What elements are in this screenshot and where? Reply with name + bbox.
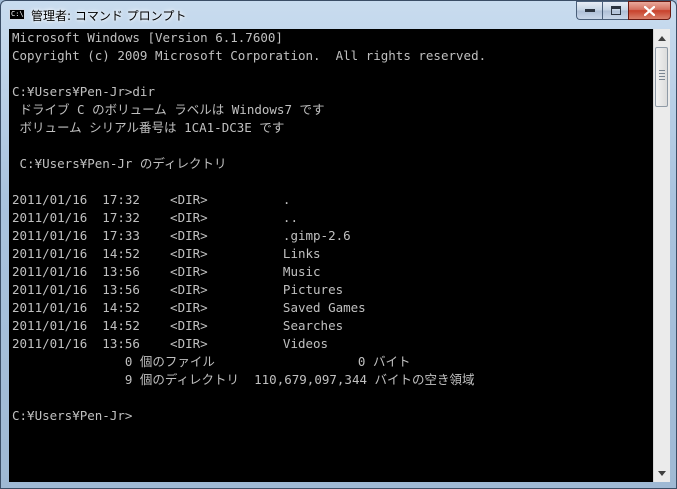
window-title: 管理者: コマンド プロンプト — [31, 9, 187, 23]
console-line: 2011/01/16 13:56 <DIR> Videos — [12, 336, 329, 351]
cmd-icon[interactable]: C:\. — [9, 9, 25, 20]
close-icon — [644, 5, 655, 16]
maximize-button[interactable] — [602, 1, 628, 20]
console-line: 0 個のファイル 0 バイト — [12, 354, 411, 369]
chevron-down-icon — [658, 470, 666, 476]
minimize-icon — [584, 8, 595, 12]
caption-buttons — [576, 1, 671, 20]
console-line: ボリューム シリアル番号は 1CA1-DC3E です — [12, 120, 285, 135]
console-output[interactable]: Microsoft Windows [Version 6.1.7600] Copy… — [9, 29, 653, 482]
command-prompt-window: C:\. 管理者: コマンド プロンプト Microsoft Windows [… — [0, 0, 677, 489]
close-button[interactable] — [628, 1, 671, 20]
chevron-up-icon — [658, 35, 666, 41]
scroll-thumb[interactable] — [655, 47, 668, 107]
console-line: 2011/01/16 17:32 <DIR> .. — [12, 210, 298, 225]
console-line: 2011/01/16 14:52 <DIR> Searches — [12, 318, 344, 333]
console-line: Copyright (c) 2009 Microsoft Corporation… — [12, 48, 487, 63]
console-line: C:¥Users¥Pen-Jr> — [12, 408, 133, 423]
scroll-up-button[interactable] — [654, 30, 670, 46]
console-line: 9 個のディレクトリ 110,679,097,344 バイトの空き領域 — [12, 372, 475, 387]
console-line: 2011/01/16 14:52 <DIR> Links — [12, 246, 321, 261]
console-line: 2011/01/16 17:33 <DIR> .gimp-2.6 — [12, 228, 351, 243]
minimize-button[interactable] — [576, 1, 602, 20]
console-line: 2011/01/16 13:56 <DIR> Pictures — [12, 282, 344, 297]
console-line: C:¥Users¥Pen-Jr のディレクトリ — [12, 156, 227, 171]
console-line: ドライブ C のボリューム ラベルは Windows7 です — [12, 102, 325, 117]
title-bar[interactable]: C:\. 管理者: コマンド プロンプト — [1, 1, 676, 28]
vertical-scrollbar[interactable] — [653, 29, 670, 482]
maximize-icon — [610, 6, 621, 15]
cmd-icon-text: C:\. — [11, 10, 24, 18]
console-line: 2011/01/16 13:56 <DIR> Music — [12, 264, 321, 279]
console-line: 2011/01/16 14:52 <DIR> Saved Games — [12, 300, 366, 315]
console-line: C:¥Users¥Pen-Jr>dir — [12, 84, 155, 99]
scroll-down-button[interactable] — [654, 465, 670, 481]
console-line: Microsoft Windows [Version 6.1.7600] — [12, 30, 283, 45]
console-line: 2011/01/16 17:32 <DIR> . — [12, 192, 291, 207]
